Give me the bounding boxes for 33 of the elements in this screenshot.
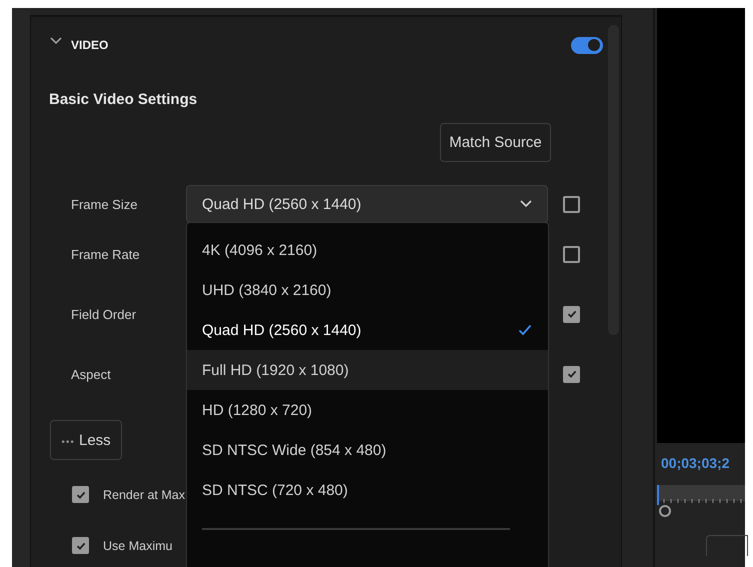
zoom-handle[interactable] [659, 505, 671, 517]
menu-item[interactable]: HD (1280 x 720) [187, 390, 548, 430]
setting-label: Field Order [70, 306, 138, 322]
setting-label: Frame Size [70, 196, 138, 212]
section-title: VIDEO [71, 38, 108, 52]
setting-label: Frame Rate [70, 246, 141, 262]
toggle-switch[interactable] [571, 36, 603, 54]
menu-item[interactable]: 4K (4096 x 2160) [187, 230, 548, 270]
chevron-down-icon[interactable] [519, 199, 533, 209]
option-label: Render at Max [103, 488, 185, 502]
menu-item[interactable]: SD NTSC (720 x 480) [187, 470, 548, 510]
match-source-button[interactable]: Match Source [440, 123, 551, 162]
check-icon [566, 368, 578, 380]
checkbox[interactable] [563, 366, 580, 382]
menu-item[interactable]: Full HD (1920 x 1080) [187, 350, 548, 390]
option-label: Use Maximu [103, 538, 172, 552]
chevron-icon[interactable] [49, 36, 63, 46]
checkbox[interactable] [563, 246, 580, 262]
checkbox[interactable] [563, 196, 580, 212]
monitor-button[interactable] [706, 535, 748, 556]
section-heading: Basic Video Settings [49, 91, 198, 108]
checkmark-icon [518, 324, 532, 336]
frame-size-dropdown[interactable]: Quad HD (2560 x 1440) [186, 185, 548, 223]
menu-item[interactable]: Quad HD (2560 x 1440) [187, 310, 548, 350]
menu-item[interactable]: SD NTSC Wide (854 x 480) [187, 430, 548, 470]
check-icon [566, 308, 578, 320]
less-button[interactable]: ••• Less [50, 420, 122, 460]
checkbox[interactable] [563, 306, 580, 322]
setting-label: Aspect [70, 366, 112, 382]
menu-item[interactable]: UHD (3840 x 2160) [187, 270, 548, 310]
timecode: 00;03;03;2 [661, 455, 730, 471]
checkbox[interactable] [72, 537, 89, 554]
checkbox[interactable] [72, 486, 89, 503]
